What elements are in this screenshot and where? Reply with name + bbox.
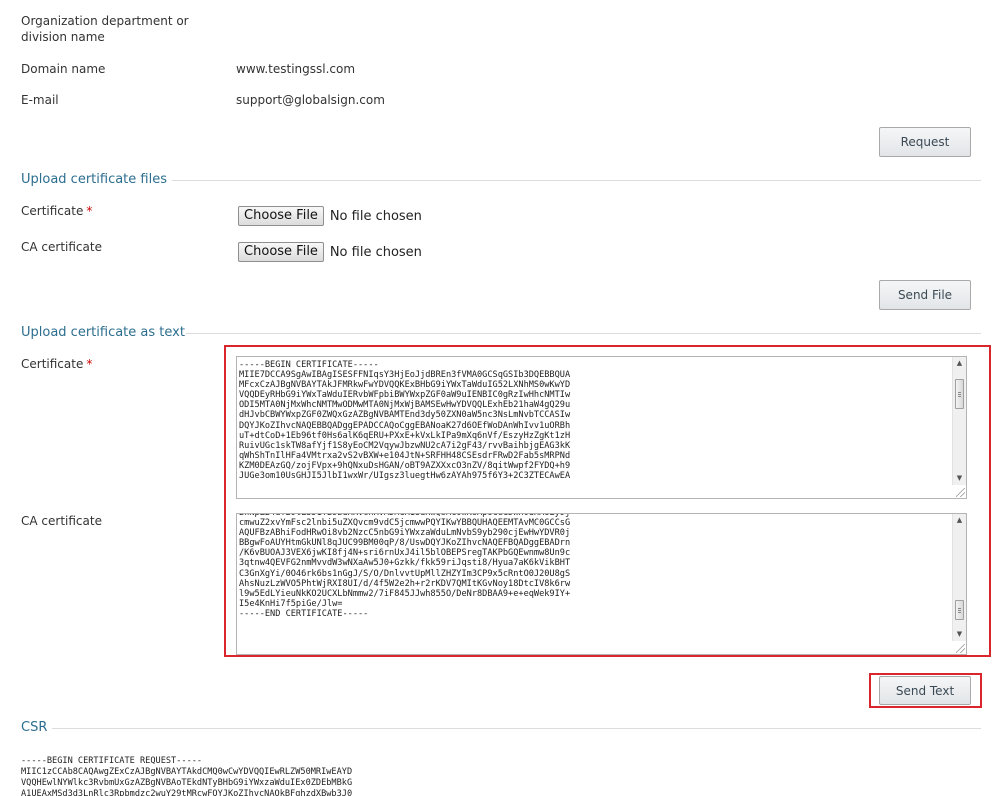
text-ca-certificate-label: CA certificate xyxy=(21,514,102,528)
send-file-button[interactable]: Send File xyxy=(879,280,971,310)
upload-files-title: Upload certificate files xyxy=(21,172,167,187)
send-text-button[interactable]: Send Text xyxy=(879,676,971,705)
csr-title: CSR xyxy=(21,720,48,735)
resize-handle-icon[interactable] xyxy=(956,644,965,653)
scroll-down-icon[interactable]: ▼ xyxy=(953,472,966,485)
certificate-scrollbar[interactable]: ▲ ▼ xyxy=(952,357,966,485)
text-certificate-label: Certificate * xyxy=(21,356,92,372)
scroll-up-icon[interactable]: ▲ xyxy=(953,514,966,527)
ca-certificate-textarea[interactable]: BhNpZ24uY29tL3J1Y29zdXRvcnRvMDMGA1UdHwQs… xyxy=(236,513,967,655)
section-divider xyxy=(186,333,981,334)
ca-certificate-scrollbar[interactable]: ▲ ▼ xyxy=(952,514,966,641)
request-button[interactable]: Request xyxy=(879,127,971,157)
resize-handle-icon[interactable] xyxy=(956,488,965,497)
scroll-down-icon[interactable]: ▼ xyxy=(953,628,966,641)
scroll-up-icon[interactable]: ▲ xyxy=(953,357,966,370)
ca-certificate-text: BhNpZ24uY29tL3J1Y29zdXRvcnRvMDMGA1UdHwQs… xyxy=(239,513,571,619)
choose-file-button[interactable]: Choose File xyxy=(238,242,324,262)
no-file-chosen-text: No file chosen xyxy=(329,244,422,260)
certificate-text: -----BEGIN CERTIFICATE----- MIIE7DCCA9Sg… xyxy=(239,360,571,482)
dept-label: Organization department or division name xyxy=(21,14,189,44)
required-marker: * xyxy=(86,357,93,371)
ca-certificate-file-input[interactable]: Choose File No file chosen xyxy=(238,242,422,262)
email-label: E-mail xyxy=(21,93,59,107)
choose-file-button[interactable]: Choose File xyxy=(238,206,324,226)
csr-text: -----BEGIN CERTIFICATE REQUEST----- MIIC… xyxy=(21,756,353,796)
required-marker: * xyxy=(86,204,93,218)
file-certificate-label-text: Certificate xyxy=(21,204,84,218)
certificate-textarea[interactable]: -----BEGIN CERTIFICATE----- MIIE7DCCA9Sg… xyxy=(236,356,967,499)
text-certificate-label-text: Certificate xyxy=(21,357,84,371)
scrollbar-thumb[interactable] xyxy=(955,600,964,620)
domain-value: www.testingssl.com xyxy=(236,62,356,76)
file-certificate-label: Certificate * xyxy=(21,203,92,219)
scrollbar-thumb[interactable] xyxy=(955,379,964,409)
no-file-chosen-text: No file chosen xyxy=(329,208,422,224)
certificate-file-input[interactable]: Choose File No file chosen xyxy=(238,206,422,226)
file-ca-certificate-label: CA certificate xyxy=(21,240,102,254)
section-divider xyxy=(52,728,981,729)
section-divider xyxy=(172,180,981,181)
domain-label: Domain name xyxy=(21,62,106,76)
upload-text-title: Upload certificate as text xyxy=(21,325,185,340)
email-value: support@globalsign.com xyxy=(236,93,385,107)
